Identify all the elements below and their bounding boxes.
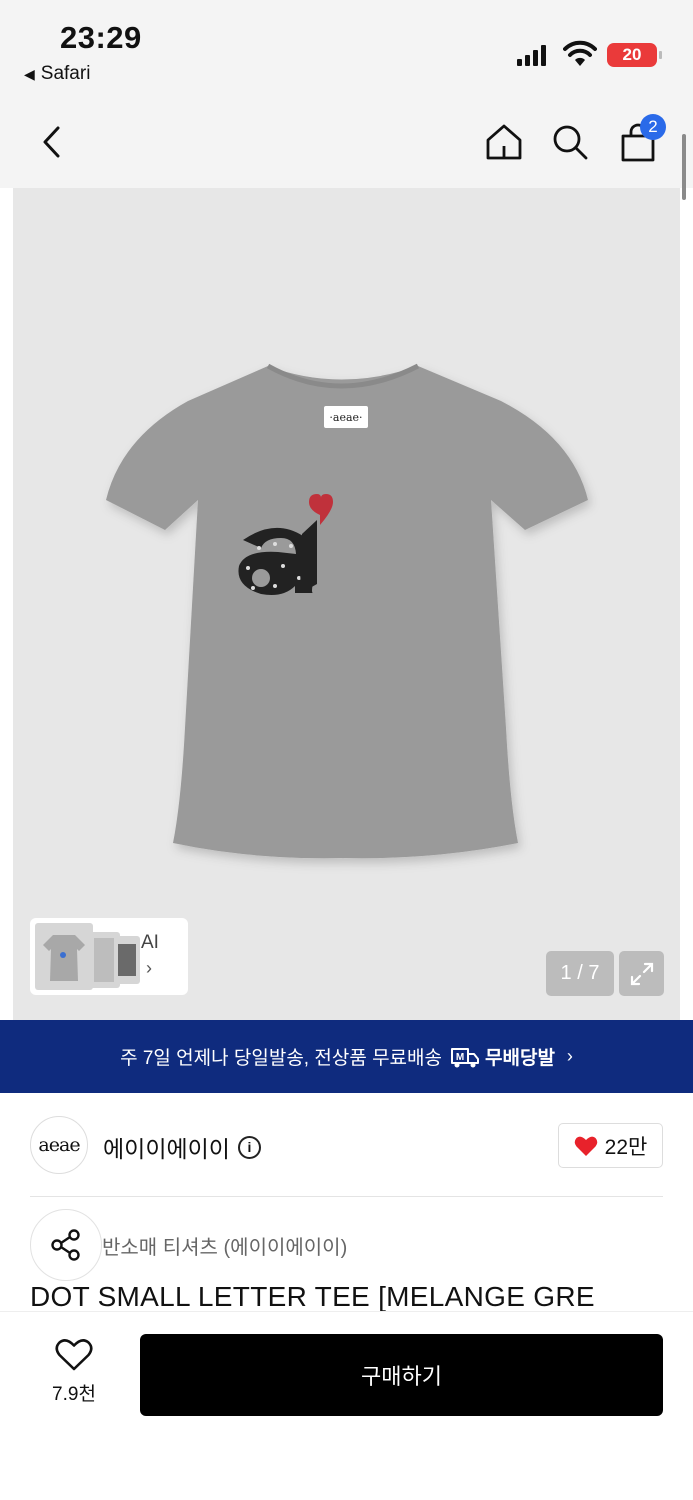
image-counter: 1 / 7: [546, 951, 614, 996]
ai-thumbnail-strip[interactable]: AI ›: [30, 918, 188, 995]
page-scrollbar[interactable]: [682, 134, 686, 200]
top-nav: 2: [0, 100, 693, 188]
banner-brand-label: 무배당발: [485, 1048, 555, 1069]
share-button[interactable]: [30, 1209, 102, 1281]
delivery-truck-icon: M: [451, 1047, 479, 1067]
product-tshirt-image: ·aeae·: [106, 363, 588, 859]
expand-icon: [630, 962, 653, 985]
info-icon[interactable]: i: [237, 1135, 261, 1159]
product-image-gallery[interactable]: ·aeae· AI › 1 / 7: [13, 188, 680, 1020]
brand-like-button[interactable]: 22만: [558, 1123, 663, 1168]
brand-name-link[interactable]: 에이이에이이 i: [103, 1130, 261, 1164]
cellular-signal-icon: [517, 44, 546, 66]
chevron-right-icon: ›: [566, 1046, 573, 1066]
search-icon: [553, 125, 588, 160]
buy-button[interactable]: 구매하기: [140, 1334, 663, 1416]
thumbnail-1: [35, 923, 93, 990]
heart-filled-icon: [574, 1136, 597, 1156]
brand-logo[interactable]: aeae: [30, 1116, 88, 1174]
back-to-app-link[interactable]: ◀ Safari: [24, 63, 90, 85]
wishlist-count: 7.9천: [52, 1384, 96, 1405]
back-button[interactable]: [28, 118, 76, 166]
heart-outline-icon: [55, 1339, 93, 1371]
wishlist-button[interactable]: 7.9천: [40, 1338, 108, 1406]
search-button[interactable]: [546, 118, 594, 166]
fullscreen-button[interactable]: [619, 951, 664, 996]
share-icon: [51, 1229, 80, 1261]
svg-text:M: M: [456, 1052, 464, 1063]
home-icon: [486, 124, 522, 160]
banner-text: 주 7일 언제나 당일발송, 전상품 무료배송: [120, 1048, 442, 1069]
cart-button[interactable]: 2: [614, 114, 666, 166]
status-time: 23:29: [60, 20, 142, 55]
garment-logo-tag: ·aeae·: [329, 411, 362, 424]
wifi-icon: [563, 40, 597, 66]
product-category-breadcrumb[interactable]: 반소매 티셔츠 (에이이에이이): [102, 1231, 347, 1260]
status-bar: 23:29 ◀ Safari 20: [0, 0, 693, 100]
ai-label: AI: [141, 932, 159, 953]
cart-count-badge: 2: [640, 114, 666, 140]
chevron-right-icon: ›: [146, 958, 152, 978]
banner-brand: M 무배당발: [450, 1043, 555, 1070]
back-triangle-icon: ◀: [24, 65, 35, 82]
bottom-action-bar: 7.9천 구매하기: [0, 1311, 693, 1500]
divider: [30, 1196, 663, 1197]
brand-name: 에이이에이이: [103, 1136, 230, 1162]
battery-indicator: 20: [607, 43, 662, 67]
free-shipping-banner[interactable]: 주 7일 언제나 당일발송, 전상품 무료배송 M 무배당발 ›: [0, 1020, 693, 1093]
home-button[interactable]: [480, 118, 528, 166]
product-title: DOT SMALL LETTER TEE [MELANGE GRE: [30, 1281, 595, 1311]
brand-row: aeae 에이이에이이 i 22만: [0, 1093, 693, 1197]
brand-like-count: 22만: [604, 1135, 648, 1159]
chevron-left-icon: [43, 126, 60, 158]
back-app-label: Safari: [40, 63, 91, 84]
thumbnail-3: [116, 936, 140, 984]
